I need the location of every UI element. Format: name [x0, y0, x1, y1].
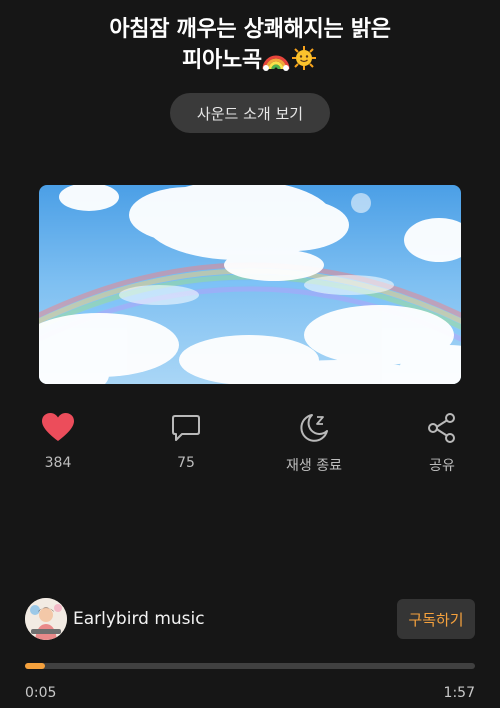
rainbow-sky-image: [39, 185, 461, 384]
track-title-line1: 아침잠 깨우는 상쾌해지는 밝은: [109, 17, 391, 42]
track-title-line2: 피아노곡: [0, 45, 500, 76]
sleep-timer-icon: [296, 410, 332, 446]
share-label: 공유: [429, 458, 455, 474]
track-title-text: 피아노곡: [182, 48, 262, 73]
comment-icon: [168, 410, 204, 446]
like-button[interactable]: 384: [8, 410, 108, 480]
share-icon: [424, 410, 460, 446]
channel-row: Earlybird music 구독하기: [25, 598, 475, 642]
action-bar: 384 75 재생 종료 공유: [0, 410, 500, 480]
sound-intro-button[interactable]: 사운드 소개 보기: [170, 93, 330, 133]
rainbow-emoji-icon: [262, 55, 290, 71]
channel-name[interactable]: Earlybird music: [73, 609, 205, 629]
progress-bar[interactable]: [25, 663, 475, 669]
progress-fill: [25, 663, 45, 669]
channel-avatar[interactable]: [25, 598, 67, 640]
sleep-timer-label: 재생 종료: [286, 458, 342, 474]
current-time: 0:05: [25, 685, 57, 701]
sun-emoji-icon: [291, 46, 316, 70]
heart-icon: [40, 410, 76, 446]
share-button[interactable]: 공유: [392, 410, 492, 480]
like-count: 384: [44, 455, 72, 471]
comment-count: 75: [177, 455, 195, 471]
track-title: 아침잠 깨우는 상쾌해지는 밝은 피아노곡: [0, 14, 500, 76]
comment-button[interactable]: 75: [136, 410, 236, 480]
subscribe-button[interactable]: 구독하기: [397, 599, 475, 639]
sleep-timer-button[interactable]: 재생 종료: [264, 410, 364, 480]
album-artwork: [39, 185, 461, 384]
total-time: 1:57: [443, 685, 475, 701]
